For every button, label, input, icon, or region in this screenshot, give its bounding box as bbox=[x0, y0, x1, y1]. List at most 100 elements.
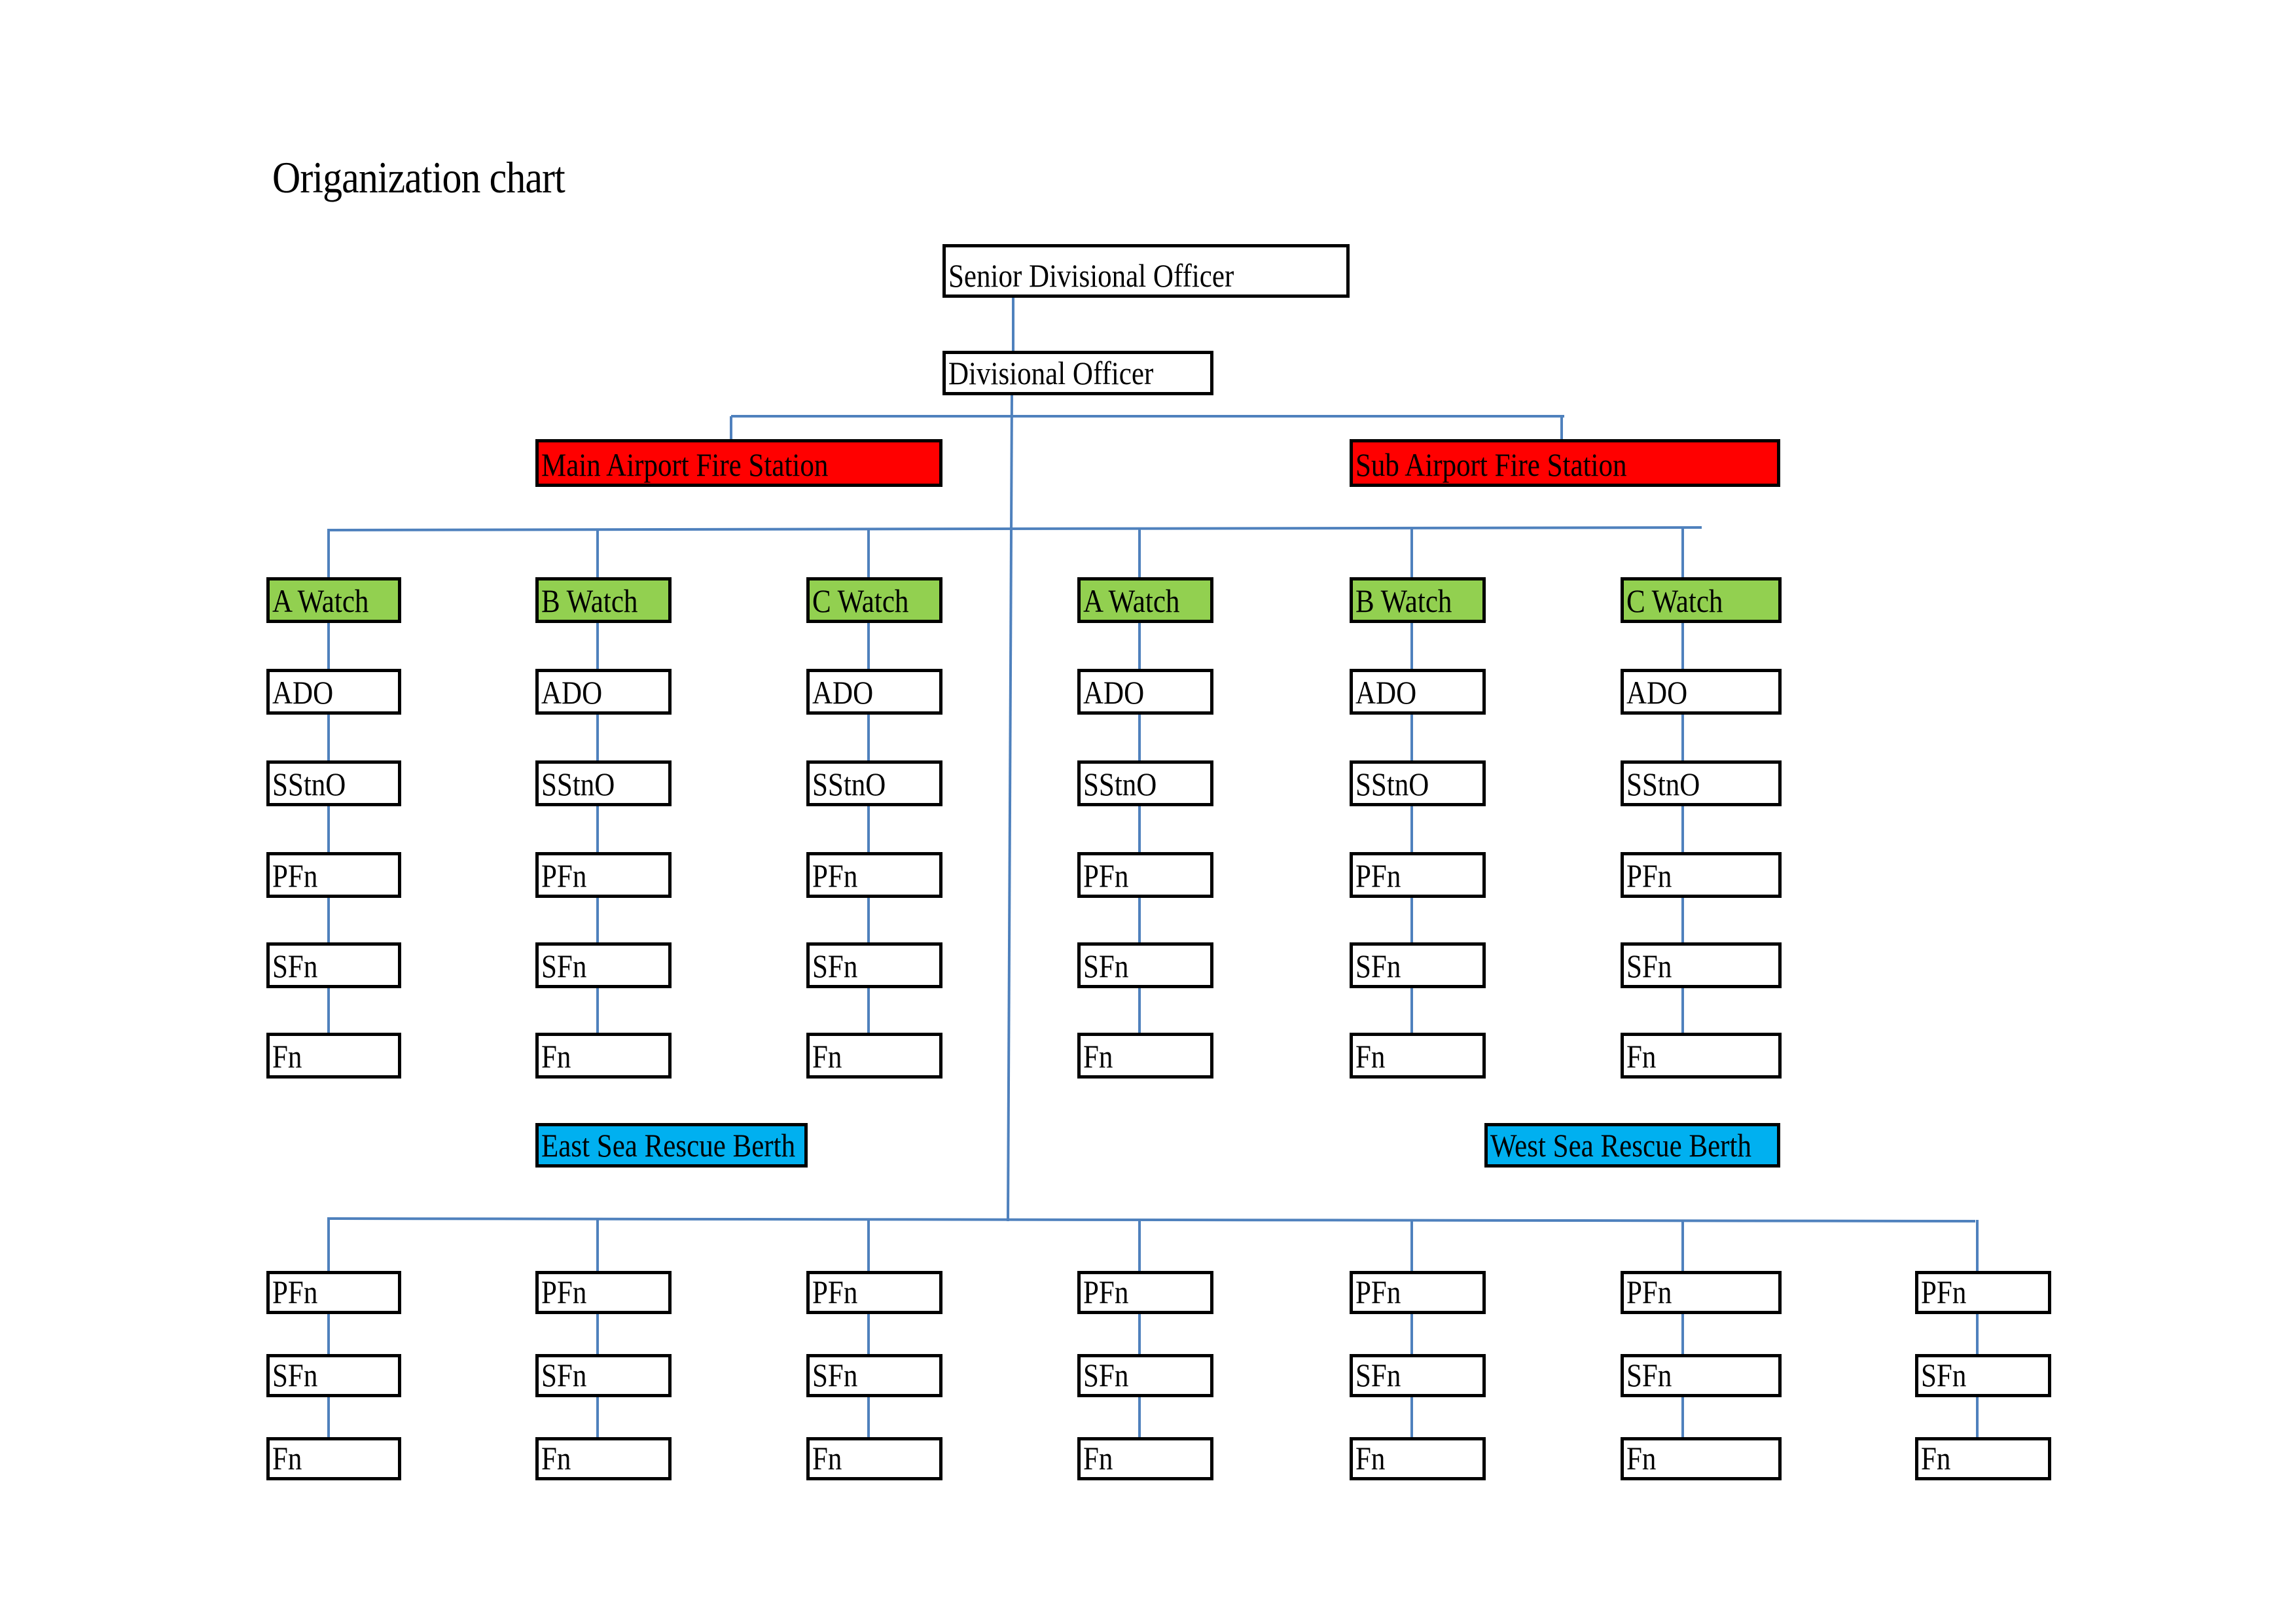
crew-rank-box: Fn bbox=[1621, 1437, 1782, 1480]
watch-box-label: B Watch bbox=[541, 582, 638, 619]
watch-box-label: C Watch bbox=[812, 582, 909, 619]
rank-box: PFn bbox=[266, 852, 401, 898]
rank-box-label: Fn bbox=[1083, 1038, 1113, 1075]
rank-box: SStnO bbox=[266, 760, 401, 806]
rank-box-label: SStnO bbox=[812, 766, 886, 802]
crew-rank-box-label: SFn bbox=[1355, 1357, 1401, 1393]
crew-rank-box-label: Fn bbox=[1921, 1440, 1951, 1476]
crew-rank-box: SFn bbox=[806, 1354, 942, 1397]
rank-box-label: SStnO bbox=[272, 766, 346, 802]
crew-rank-box: SFn bbox=[1915, 1354, 2051, 1397]
senior-divisional-officer-box: Senior Divisional Officer bbox=[942, 244, 1350, 298]
rank-box: ADO bbox=[1350, 669, 1486, 715]
rank-box-label: PFn bbox=[1355, 857, 1401, 894]
rank-box-label: Fn bbox=[812, 1038, 842, 1075]
rank-box-label: SStnO bbox=[1355, 766, 1429, 802]
rank-box: Fn bbox=[266, 1033, 401, 1079]
west-berth-label: West Sea Rescue Berth bbox=[1490, 1127, 1751, 1164]
watch-box-label: A Watch bbox=[1083, 582, 1180, 619]
crew-rank-box: Fn bbox=[1350, 1437, 1486, 1480]
rank-box: PFn bbox=[1350, 852, 1486, 898]
senior-divisional-officer-label: Senior Divisional Officer bbox=[948, 257, 1234, 294]
crew-rank-box: Fn bbox=[1915, 1437, 2051, 1480]
rank-box-label: Fn bbox=[541, 1038, 571, 1075]
rank-box: SStnO bbox=[535, 760, 672, 806]
rank-box: PFn bbox=[535, 852, 672, 898]
crew-rank-box: PFn bbox=[266, 1271, 401, 1314]
connector-berths-bar bbox=[327, 1217, 1976, 1222]
crew-rank-box-label: SFn bbox=[272, 1357, 318, 1393]
watch-box-label: A Watch bbox=[272, 582, 369, 619]
rank-box-label: SFn bbox=[1626, 948, 1672, 984]
rank-box: SFn bbox=[1621, 942, 1782, 988]
rank-box-label: SFn bbox=[1083, 948, 1129, 984]
crew-rank-box: Fn bbox=[1077, 1437, 1213, 1480]
crew-rank-box-label: PFn bbox=[1355, 1274, 1401, 1310]
rank-box: SFn bbox=[1077, 942, 1213, 988]
rank-box: PFn bbox=[806, 852, 942, 898]
watch-box: C Watch bbox=[806, 577, 942, 623]
main-station-label: Main Airport Fire Station bbox=[541, 446, 829, 483]
crew-rank-box: Fn bbox=[266, 1437, 401, 1480]
rank-box-label: ADO bbox=[812, 674, 874, 711]
rank-box: SStnO bbox=[1350, 760, 1486, 806]
watch-box: C Watch bbox=[1621, 577, 1782, 623]
east-sea-rescue-berth-box: East Sea Rescue Berth bbox=[535, 1123, 808, 1168]
rank-box-label: PFn bbox=[1083, 857, 1129, 894]
rank-box: Fn bbox=[1077, 1033, 1213, 1079]
crew-rank-box: SFn bbox=[1077, 1354, 1213, 1397]
rank-box-label: SFn bbox=[272, 948, 318, 984]
sub-airport-fire-station-box: Sub Airport Fire Station bbox=[1350, 439, 1780, 487]
rank-box: ADO bbox=[806, 669, 942, 715]
watch-box: B Watch bbox=[1350, 577, 1486, 623]
crew-rank-box: Fn bbox=[806, 1437, 942, 1480]
rank-box: ADO bbox=[266, 669, 401, 715]
rank-box: SFn bbox=[1350, 942, 1486, 988]
rank-box: SStnO bbox=[806, 760, 942, 806]
rank-box-label: Fn bbox=[1355, 1038, 1386, 1075]
connector-do-trunk bbox=[1007, 395, 1013, 1222]
crew-rank-box: SFn bbox=[266, 1354, 401, 1397]
crew-rank-box-label: Fn bbox=[272, 1440, 302, 1476]
rank-box: SFn bbox=[266, 942, 401, 988]
crew-rank-box-label: PFn bbox=[541, 1274, 587, 1310]
west-sea-rescue-berth-box: West Sea Rescue Berth bbox=[1484, 1123, 1780, 1168]
rank-box-label: SFn bbox=[541, 948, 587, 984]
rank-box: Fn bbox=[1621, 1033, 1782, 1079]
rank-box-label: PFn bbox=[812, 857, 858, 894]
watch-box-label: C Watch bbox=[1626, 582, 1723, 619]
rank-box-label: ADO bbox=[1626, 674, 1688, 711]
rank-box: Fn bbox=[806, 1033, 942, 1079]
crew-rank-box-label: SFn bbox=[1083, 1357, 1129, 1393]
crew-rank-box-label: Fn bbox=[812, 1440, 842, 1476]
rank-box-label: ADO bbox=[541, 674, 603, 711]
crew-rank-box: PFn bbox=[1621, 1271, 1782, 1314]
crew-rank-box-label: Fn bbox=[1083, 1440, 1113, 1476]
crew-rank-box-label: Fn bbox=[541, 1440, 571, 1476]
rank-box-label: ADO bbox=[1355, 674, 1417, 711]
crew-rank-box-label: SFn bbox=[812, 1357, 858, 1393]
crew-rank-box: SFn bbox=[1621, 1354, 1782, 1397]
crew-rank-box-label: SFn bbox=[1626, 1357, 1672, 1393]
rank-box-label: SStnO bbox=[1626, 766, 1700, 802]
crew-rank-box: PFn bbox=[535, 1271, 672, 1314]
rank-box: ADO bbox=[1077, 669, 1213, 715]
crew-rank-box-label: PFn bbox=[272, 1274, 318, 1310]
rank-box: SStnO bbox=[1077, 760, 1213, 806]
rank-box-label: PFn bbox=[272, 857, 318, 894]
crew-rank-box: Fn bbox=[535, 1437, 672, 1480]
rank-box: PFn bbox=[1077, 852, 1213, 898]
rank-box: ADO bbox=[1621, 669, 1782, 715]
rank-box: ADO bbox=[535, 669, 672, 715]
rank-box-label: PFn bbox=[541, 857, 587, 894]
rank-box: Fn bbox=[1350, 1033, 1486, 1079]
crew-rank-box: SFn bbox=[1350, 1354, 1486, 1397]
east-berth-label: East Sea Rescue Berth bbox=[541, 1127, 796, 1164]
rank-box-label: SFn bbox=[812, 948, 858, 984]
rank-box-label: ADO bbox=[1083, 674, 1145, 711]
rank-box-label: SFn bbox=[1355, 948, 1401, 984]
crew-rank-box-label: SFn bbox=[1921, 1357, 1967, 1393]
connector-watches-bar bbox=[327, 526, 1702, 531]
crew-rank-box: PFn bbox=[806, 1271, 942, 1314]
rank-box-label: SStnO bbox=[541, 766, 615, 802]
